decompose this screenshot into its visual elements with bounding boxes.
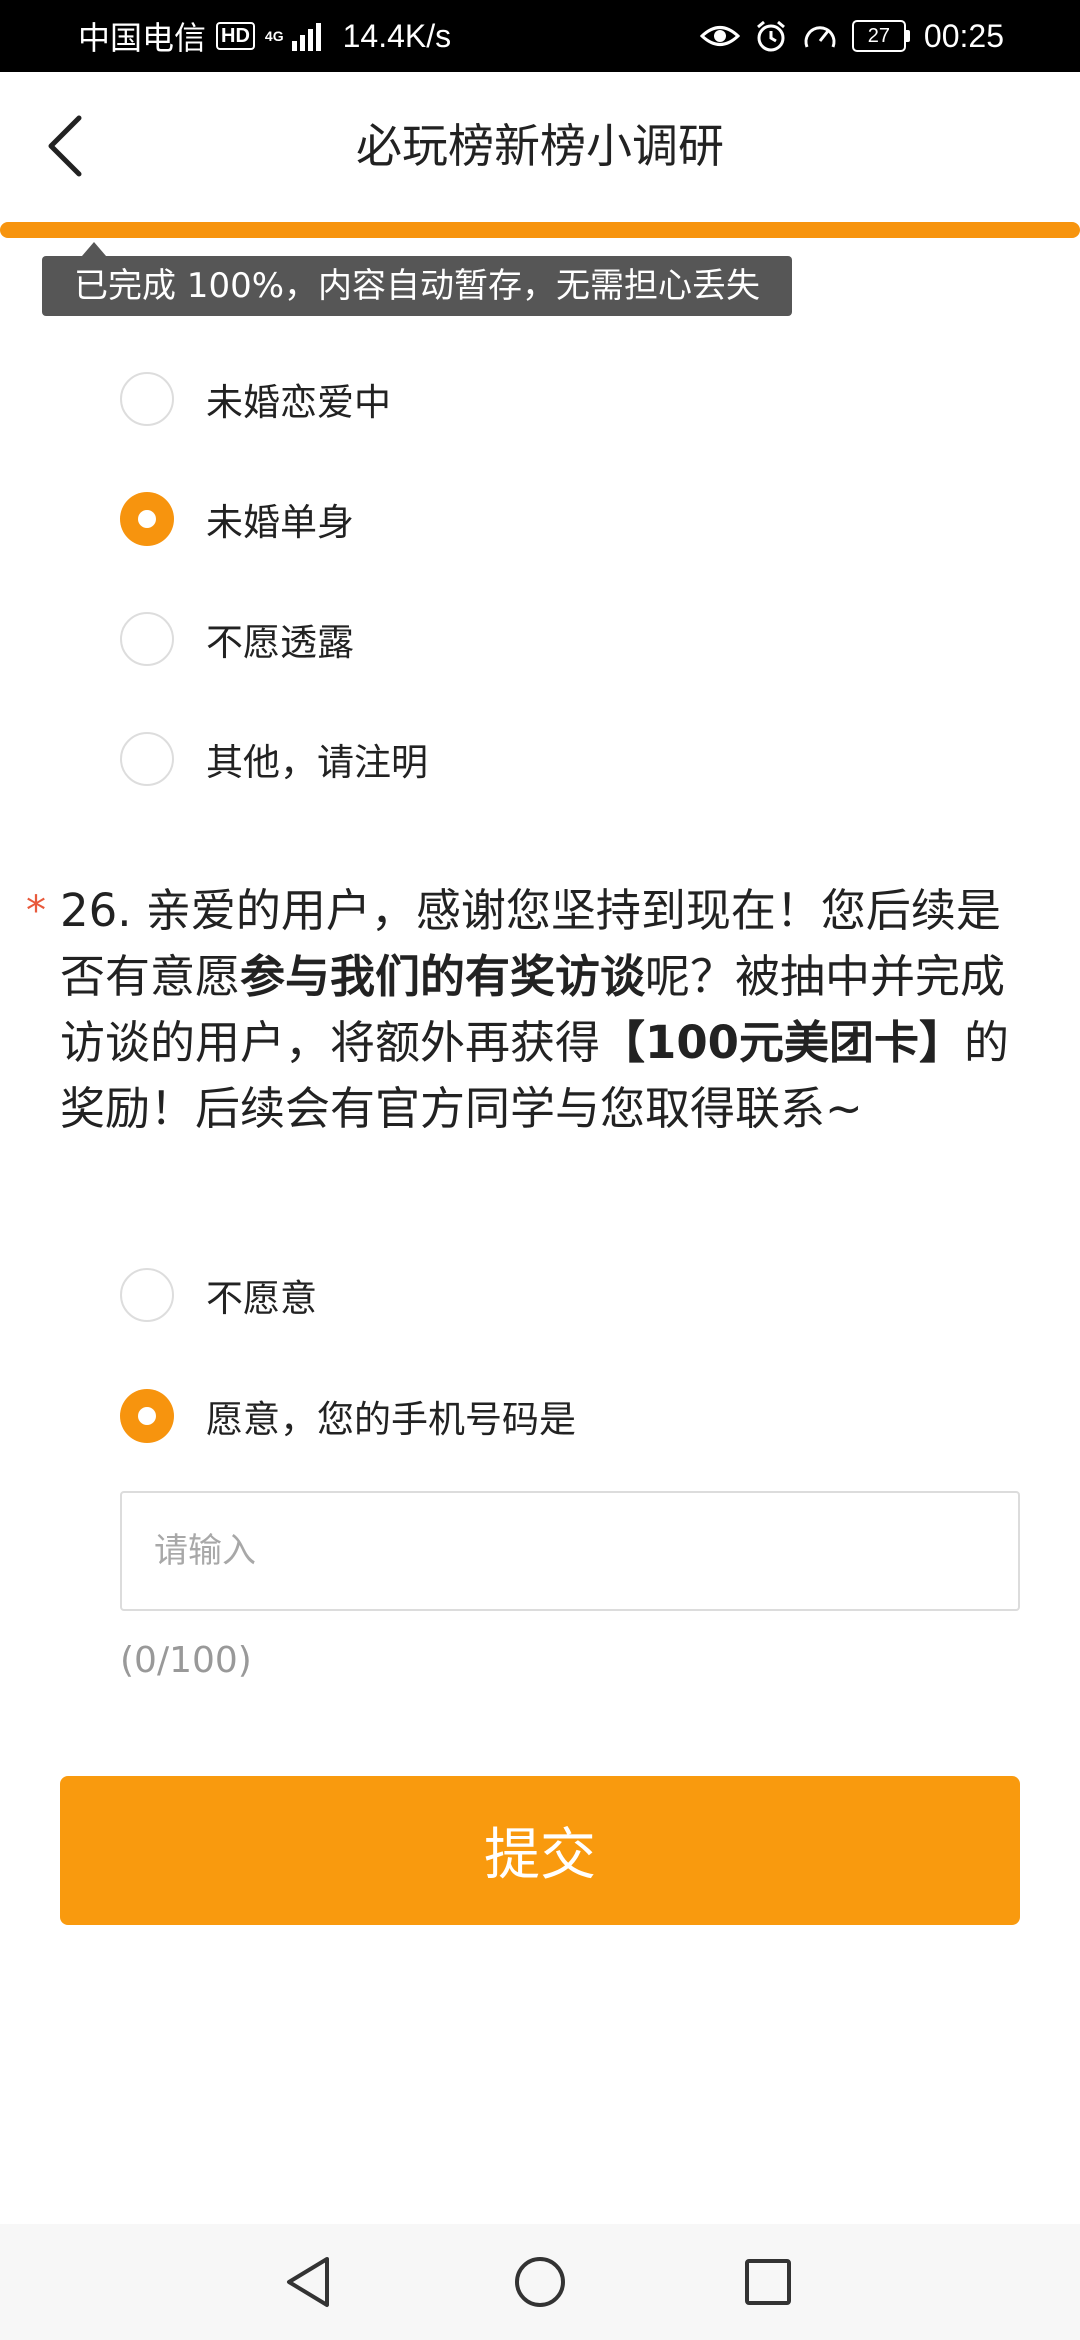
option-label: 愿意，您的手机号码是 [206, 1398, 576, 1441]
required-mark: * [26, 888, 46, 934]
tooltip-arrow [82, 242, 106, 256]
radio-button-checked[interactable] [120, 1389, 174, 1443]
radio-button[interactable] [120, 612, 174, 666]
carrier-name: 中国电信 [78, 20, 207, 56]
hd-badge: HD [216, 22, 255, 50]
status-bar: 中国电信 HD 4G 14.4K/s 27 00:25 [0, 0, 1080, 72]
status-bar-right: 27 00:25 [699, 0, 1004, 72]
eye-icon [699, 26, 740, 46]
nav-home-button[interactable] [500, 2242, 580, 2322]
progress-tooltip: 已完成 100%，内容自动暂存，无需担心丢失 [42, 256, 793, 316]
nav-recents-button[interactable] [728, 2242, 808, 2322]
progress-bar [0, 222, 1080, 238]
q26-option-unwilling[interactable]: 不愿意 [120, 1260, 317, 1330]
nav-back-button[interactable] [268, 2242, 348, 2322]
radio-button-checked[interactable] [120, 492, 174, 546]
alarm-icon [756, 20, 785, 52]
app-header: 必玩榜新榜小调研 [0, 72, 1080, 220]
q25-option-unmarried-single[interactable]: 未婚单身 [120, 484, 354, 554]
option-label: 不愿透露 [206, 621, 354, 664]
question-text-bold: 参与我们的有奖访谈 [240, 950, 646, 1003]
battery-icon: 27 [851, 20, 910, 52]
system-nav-bar [0, 2224, 1080, 2340]
network-speed: 14.4K/s [342, 17, 452, 54]
option-label: 未婚恋爱中 [206, 381, 391, 424]
signal-icon [291, 21, 321, 51]
question-text-bold: 【100元美团卡】 [600, 1016, 964, 1069]
character-count: (0/100) [120, 1640, 252, 1681]
option-label: 不愿意 [206, 1277, 317, 1320]
q25-option-unmarried-dating[interactable]: 未婚恋爱中 [120, 364, 391, 434]
radio-button[interactable] [120, 1268, 174, 1322]
circle-home-icon [515, 2257, 565, 2307]
q26-option-willing[interactable]: 愿意，您的手机号码是 [120, 1381, 576, 1451]
q25-option-prefer-not-say[interactable]: 不愿透露 [120, 604, 354, 674]
radio-button[interactable] [120, 372, 174, 426]
status-bar-left: 中国电信 HD 4G 14.4K/s [78, 0, 451, 72]
radio-button[interactable] [120, 732, 174, 786]
triangle-back-icon [287, 2257, 329, 2307]
page-title: 必玩榜新榜小调研 [356, 119, 724, 173]
network-type: 4G [264, 28, 284, 44]
option-label: 未婚单身 [206, 501, 354, 544]
option-label: 其他，请注明 [206, 741, 428, 784]
clock: 00:25 [923, 17, 1004, 54]
phone-number-input[interactable] [120, 1491, 1020, 1611]
submit-button[interactable]: 提交 [60, 1776, 1020, 1925]
speed-gauge-icon [804, 26, 836, 48]
progress-bar-fill [0, 222, 1080, 238]
q25-option-other[interactable]: 其他，请注明 [120, 724, 428, 794]
battery-level: 27 [851, 20, 906, 52]
question-26-text: 26. 亲爱的用户，感谢您坚持到现在！您后续是否有意愿参与我们的有奖访谈呢？被抽… [60, 878, 1020, 1142]
square-recents-icon [745, 2259, 791, 2305]
